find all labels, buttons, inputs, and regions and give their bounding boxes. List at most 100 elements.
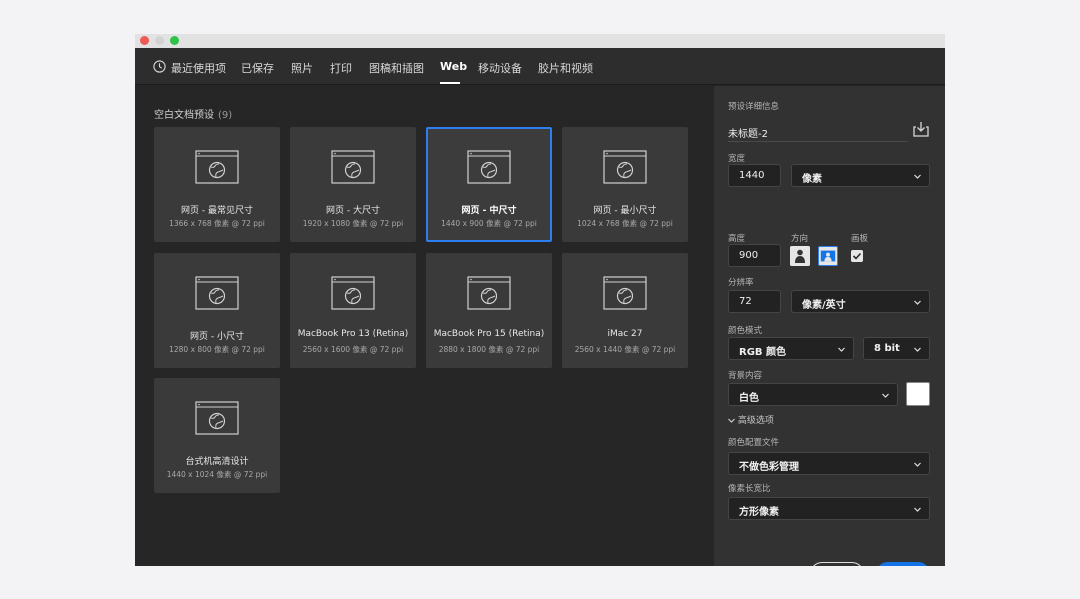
- bit-depth-select[interactable]: 8 bit: [863, 337, 930, 360]
- create-button[interactable]: 创建: [876, 562, 930, 566]
- save-preset-icon[interactable]: [912, 120, 930, 138]
- preset-spec: 1280 x 800 像素 @ 72 ppi: [169, 345, 265, 354]
- preset-name: 网页 - 最常见尺寸: [181, 206, 253, 216]
- tab-recent[interactable]: 最近使用项: [171, 60, 226, 76]
- preset-name: 网页 - 最小尺寸: [593, 206, 657, 216]
- preset-name: MacBook Pro 15 (Retina): [433, 329, 545, 339]
- preset-card[interactable]: 台式机高清设计 1440 x 1024 像素 @ 72 ppi: [154, 378, 280, 493]
- chevron-down-icon: [914, 300, 921, 305]
- preset-spec: 1366 x 768 像素 @ 72 ppi: [169, 219, 265, 228]
- tab-film-video[interactable]: 胶片和视频: [538, 60, 593, 76]
- advanced-options-toggle[interactable]: 高级选项: [728, 413, 774, 426]
- preset-name: 台式机高清设计: [185, 457, 249, 467]
- height-label: 高度: [728, 234, 746, 244]
- preset-spec: 1440 x 900 像素 @ 72 ppi: [441, 219, 537, 228]
- artboard-checkbox[interactable]: [851, 250, 863, 262]
- orientation-label: 方向: [791, 234, 809, 244]
- preset-card[interactable]: 网页 - 最常见尺寸 1366 x 768 像素 @ 72 ppi: [154, 127, 280, 242]
- document-name-field[interactable]: 未标题-2: [728, 122, 908, 142]
- clock-icon: [153, 60, 166, 73]
- web-document-icon: [331, 276, 375, 310]
- web-document-icon: [467, 150, 511, 184]
- web-document-icon: [467, 276, 511, 310]
- resolution-unit-select[interactable]: 像素/英寸: [791, 290, 930, 313]
- resolution-input[interactable]: 72: [728, 290, 781, 313]
- web-document-icon: [195, 150, 239, 184]
- tab-photo[interactable]: 照片: [291, 60, 313, 76]
- web-document-icon: [603, 276, 647, 310]
- color-mode-select[interactable]: RGB 颜色: [728, 337, 854, 360]
- tab-web[interactable]: Web: [440, 60, 467, 73]
- advanced-options-label: 高级选项: [737, 416, 774, 426]
- active-tab-indicator: [440, 82, 460, 84]
- preset-name: MacBook Pro 13 (Retina): [297, 329, 409, 339]
- preset-spec: 2560 x 1440 像素 @ 72 ppi: [574, 345, 676, 354]
- color-profile-label: 颜色配置文件: [728, 438, 780, 448]
- background-select[interactable]: 白色: [728, 383, 898, 406]
- pixel-aspect-label: 像素长宽比: [728, 484, 771, 494]
- presets-area: 空白文档预设 (9) 网页 - 最常见尺寸 1366 x 768 像素 @ 72 …: [135, 86, 714, 566]
- chevron-down-icon: [914, 462, 921, 467]
- presets-count: (9): [218, 110, 233, 121]
- preset-name: iMac 27: [607, 329, 643, 339]
- chevron-down-icon: [728, 418, 735, 423]
- preset-card-selected[interactable]: 网页 - 中尺寸 1440 x 900 像素 @ 72 ppi: [426, 127, 552, 242]
- details-heading: 预设详细信息: [728, 102, 780, 112]
- color-profile-value: 不做色彩管理: [739, 462, 799, 473]
- preset-card[interactable]: iMac 27 2560 x 1440 像素 @ 72 ppi: [562, 253, 688, 368]
- preset-name: 网页 - 小尺寸: [190, 332, 244, 342]
- width-unit-value: 像素: [802, 174, 822, 185]
- chevron-down-icon: [914, 507, 921, 512]
- web-document-icon: [195, 276, 239, 310]
- close-window-button[interactable]: [140, 36, 149, 45]
- preset-card[interactable]: 网页 - 大尺寸 1920 x 1080 像素 @ 72 ppi: [290, 127, 416, 242]
- background-color-swatch[interactable]: [906, 382, 930, 406]
- resolution-label: 分辨率: [728, 278, 754, 288]
- preset-details-panel: 预设详细信息 未标题-2 宽度 1440 像素 高度 方向 画板 900 分辨率…: [714, 86, 945, 566]
- width-label: 宽度: [728, 154, 746, 164]
- close-button[interactable]: 关闭: [810, 562, 864, 566]
- preset-card[interactable]: 网页 - 最小尺寸 1024 x 768 像素 @ 72 ppi: [562, 127, 688, 242]
- width-input[interactable]: 1440: [728, 164, 781, 187]
- chevron-down-icon: [882, 393, 889, 398]
- landscape-orientation-icon[interactable]: [818, 246, 838, 266]
- chevron-down-icon: [838, 347, 845, 352]
- tab-mobile[interactable]: 移动设备: [478, 60, 522, 76]
- presets-title: 空白文档预设: [154, 110, 214, 121]
- preset-card[interactable]: 网页 - 小尺寸 1280 x 800 像素 @ 72 ppi: [154, 253, 280, 368]
- preset-spec: 1024 x 768 像素 @ 72 ppi: [577, 219, 673, 228]
- tab-saved[interactable]: 已保存: [241, 60, 274, 76]
- pixel-aspect-select[interactable]: 方形像素: [728, 497, 930, 520]
- preset-name: 网页 - 中尺寸: [461, 206, 517, 216]
- minimize-window-button[interactable]: [155, 36, 164, 45]
- web-document-icon: [603, 150, 647, 184]
- preset-name: 网页 - 大尺寸: [326, 206, 380, 216]
- bit-depth-value: 8 bit: [874, 343, 900, 354]
- web-document-icon: [195, 401, 239, 435]
- color-mode-label: 颜色模式: [728, 326, 763, 336]
- category-tabs: 最近使用项 已保存 照片 打印 图稿和插图 Web 移动设备 胶片和视频: [135, 48, 945, 85]
- resolution-unit-value: 像素/英寸: [802, 300, 846, 311]
- portrait-orientation-icon[interactable]: [790, 246, 810, 266]
- zoom-window-button[interactable]: [170, 36, 179, 45]
- tab-art-illustration[interactable]: 图稿和插图: [369, 60, 424, 76]
- color-profile-select[interactable]: 不做色彩管理: [728, 452, 930, 475]
- preset-spec: 2560 x 1600 像素 @ 72 ppi: [302, 345, 404, 354]
- pixel-aspect-value: 方形像素: [739, 507, 779, 518]
- preset-card[interactable]: MacBook Pro 13 (Retina) 2560 x 1600 像素 @…: [290, 253, 416, 368]
- preset-card[interactable]: MacBook Pro 15 (Retina) 2880 x 1800 像素 @…: [426, 253, 552, 368]
- presets-heading: 空白文档预设 (9): [154, 106, 232, 121]
- artboard-label: 画板: [851, 234, 869, 244]
- chevron-down-icon: [914, 347, 921, 352]
- new-document-dialog: 最近使用项 已保存 照片 打印 图稿和插图 Web 移动设备 胶片和视频 空白文…: [135, 34, 945, 566]
- background-label: 背景内容: [728, 371, 763, 381]
- tab-print[interactable]: 打印: [330, 60, 352, 76]
- height-input[interactable]: 900: [728, 244, 781, 267]
- background-value: 白色: [739, 393, 759, 404]
- preset-spec: 1440 x 1024 像素 @ 72 ppi: [166, 470, 268, 479]
- title-bar: [135, 34, 945, 48]
- preset-spec: 1920 x 1080 像素 @ 72 ppi: [302, 219, 404, 228]
- width-unit-select[interactable]: 像素: [791, 164, 930, 187]
- preset-spec: 2880 x 1800 像素 @ 72 ppi: [438, 345, 540, 354]
- color-mode-value: RGB 颜色: [739, 347, 787, 358]
